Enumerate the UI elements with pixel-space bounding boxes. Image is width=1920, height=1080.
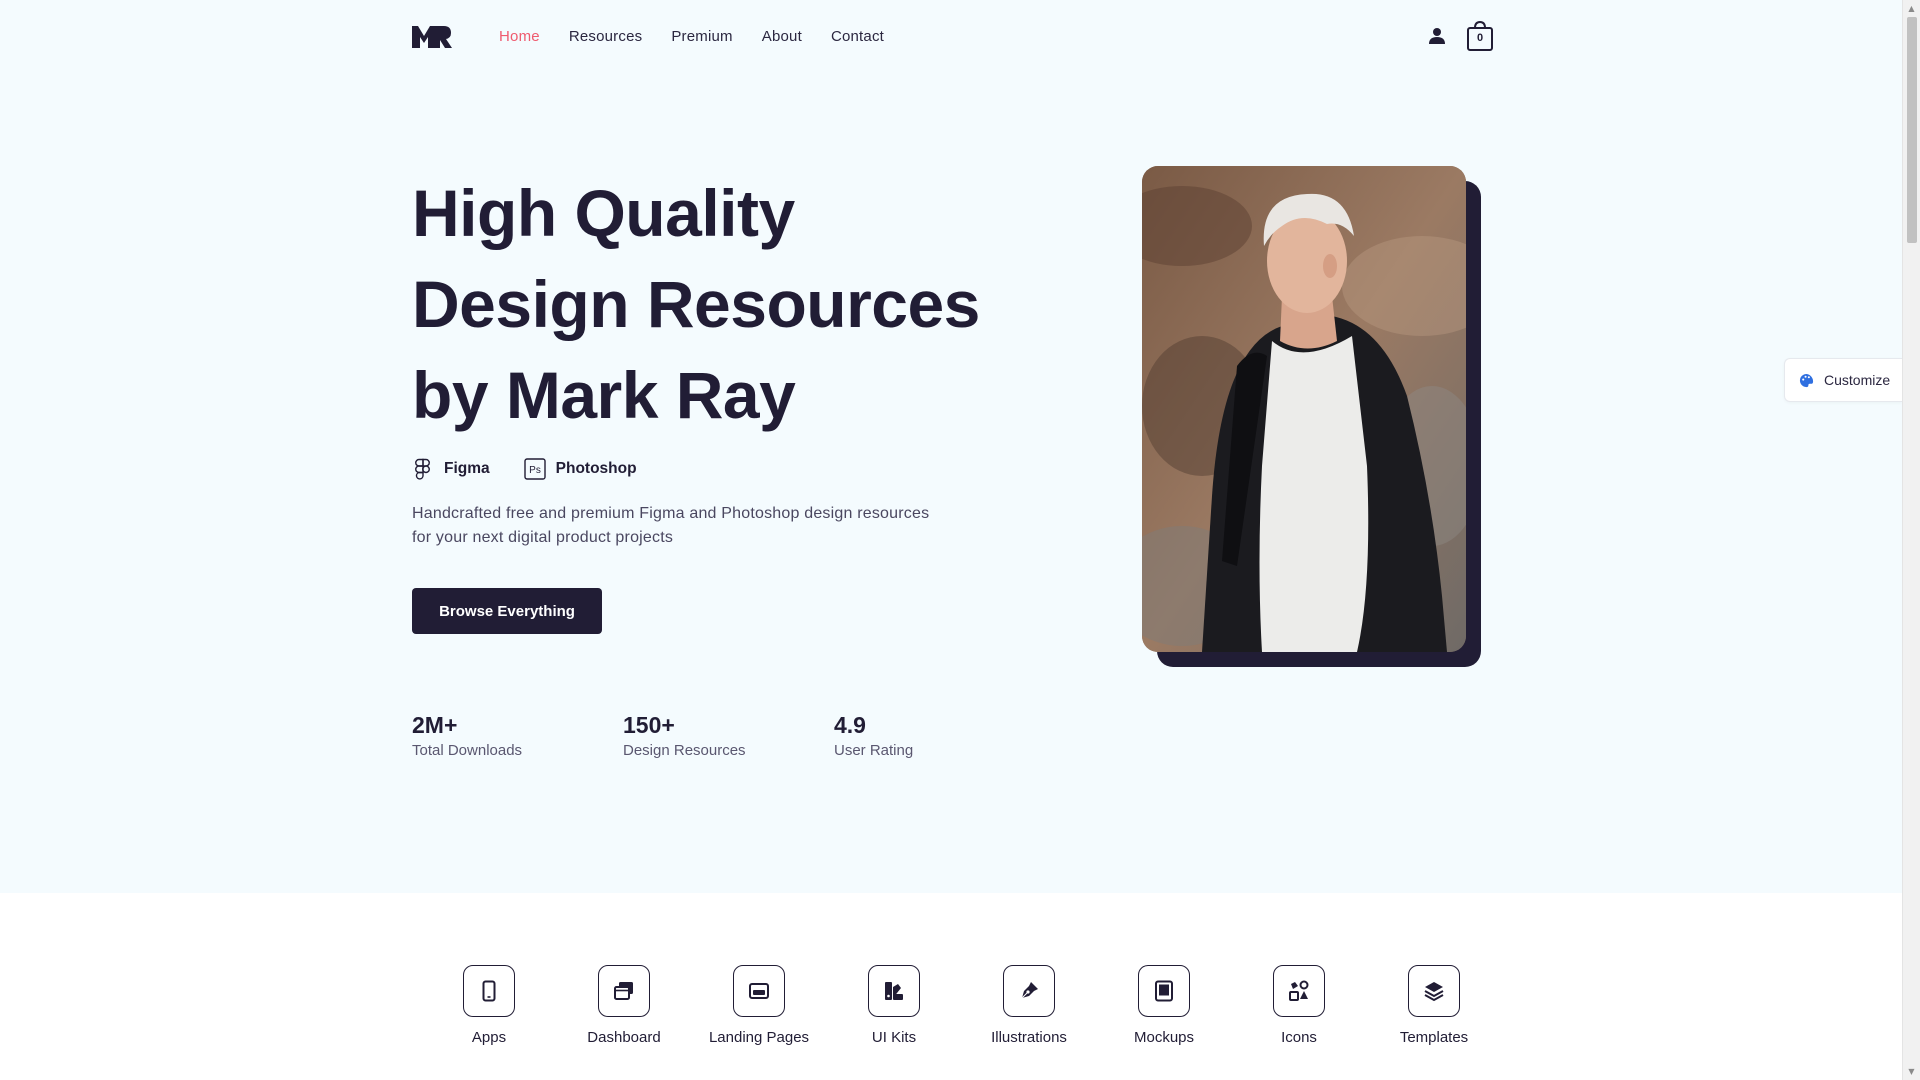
scroll-down-arrow-icon[interactable]: ▼ bbox=[1903, 1063, 1920, 1080]
stat-label: User Rating bbox=[834, 742, 914, 759]
hero-portrait-image bbox=[1142, 166, 1466, 652]
pen-nib-icon bbox=[1020, 982, 1038, 1000]
category-label: Landing Pages bbox=[708, 1029, 810, 1046]
category-illustrations[interactable]: Illustrations bbox=[964, 965, 1094, 1046]
category-icon-box bbox=[1408, 965, 1460, 1017]
stat-item: 150+ Design Resources bbox=[623, 712, 834, 759]
windows-icon bbox=[614, 982, 633, 1000]
tool-label: Figma bbox=[444, 460, 490, 477]
figma-icon bbox=[415, 458, 430, 480]
hero-title-line: Design Resources bbox=[412, 267, 980, 341]
hero-title: High Quality Design Resources by Mark Ra… bbox=[412, 168, 1032, 441]
stat-item: 4.9 User Rating bbox=[834, 712, 1045, 759]
hero-title-line: High Quality bbox=[412, 176, 795, 250]
tool-photoshop: Ps Photoshop bbox=[523, 458, 637, 480]
tablet-icon bbox=[1155, 980, 1173, 1002]
hero-title-line: by Mark Ray bbox=[412, 358, 796, 432]
tool-label: Photoshop bbox=[555, 460, 637, 477]
category-ui-kits[interactable]: UI Kits bbox=[829, 965, 959, 1046]
phone-icon bbox=[482, 980, 496, 1002]
category-icon-box bbox=[463, 965, 515, 1017]
layers-icon bbox=[1424, 982, 1444, 1002]
stats-list: 2M+ Total Downloads 150+ Design Resource… bbox=[412, 712, 1045, 759]
nav-about[interactable]: About bbox=[762, 28, 802, 45]
category-mockups[interactable]: Mockups bbox=[1099, 965, 1229, 1046]
nav-home[interactable]: Home bbox=[499, 28, 540, 45]
category-label: Icons bbox=[1281, 1029, 1317, 1046]
stat-item: 2M+ Total Downloads bbox=[412, 712, 623, 759]
category-label: Apps bbox=[471, 1029, 507, 1046]
category-apps[interactable]: Apps bbox=[424, 965, 554, 1046]
hero-section bbox=[0, 0, 1902, 893]
cart-button[interactable]: 0 bbox=[1466, 20, 1494, 52]
swatches-icon bbox=[885, 982, 903, 1000]
portrait-illustration bbox=[1142, 166, 1466, 652]
category-icon-box bbox=[733, 965, 785, 1017]
card-icon bbox=[749, 983, 769, 999]
category-label: Mockups bbox=[1133, 1029, 1195, 1046]
page-scrollbar[interactable]: ▲ ▼ bbox=[1902, 0, 1920, 1080]
header-actions: 0 bbox=[1428, 20, 1494, 52]
shapes-icon bbox=[1289, 980, 1309, 1001]
category-label: Dashboard bbox=[587, 1029, 661, 1046]
scrollbar-thumb[interactable] bbox=[1907, 17, 1917, 243]
stat-value: 2M+ bbox=[412, 712, 458, 738]
category-list: Apps Dashboard Landing Pages UI Kits Ill… bbox=[412, 965, 1494, 1055]
browse-everything-button[interactable]: Browse Everything bbox=[412, 588, 602, 634]
category-label: Illustrations bbox=[991, 1029, 1067, 1046]
site-header: Home Resources Premium About Contact 0 bbox=[412, 20, 1494, 52]
category-templates[interactable]: Templates bbox=[1369, 965, 1499, 1046]
hero-description: Handcrafted free and premium Figma and P… bbox=[412, 505, 930, 546]
cart-count: 0 bbox=[1476, 32, 1484, 44]
tool-figma: Figma bbox=[412, 458, 490, 480]
category-icon-box bbox=[598, 965, 650, 1017]
category-dashboard[interactable]: Dashboard bbox=[559, 965, 689, 1046]
user-icon[interactable] bbox=[1428, 27, 1446, 45]
category-icon-box bbox=[868, 965, 920, 1017]
category-icon-box bbox=[1273, 965, 1325, 1017]
category-icon-box bbox=[1003, 965, 1055, 1017]
category-icons[interactable]: Icons bbox=[1234, 965, 1364, 1046]
category-landing-pages[interactable]: Landing Pages bbox=[694, 965, 824, 1046]
main-nav: Home Resources Premium About Contact bbox=[499, 28, 913, 45]
category-label: Templates bbox=[1399, 1029, 1469, 1046]
stat-label: Total Downloads bbox=[412, 742, 523, 759]
nav-contact[interactable]: Contact bbox=[831, 28, 884, 45]
category-label: UI Kits bbox=[871, 1029, 917, 1046]
nav-premium[interactable]: Premium bbox=[671, 28, 732, 45]
category-icon-box bbox=[1138, 965, 1190, 1017]
palette-icon bbox=[1799, 373, 1814, 387]
tools-list: Figma Ps Photoshop bbox=[412, 458, 671, 480]
stat-value: 150+ bbox=[623, 712, 675, 738]
nav-resources[interactable]: Resources bbox=[569, 28, 643, 45]
stat-label: Design Resources bbox=[623, 742, 746, 759]
photoshop-icon: Ps bbox=[523, 458, 546, 480]
svg-text:Ps: Ps bbox=[529, 465, 541, 476]
customize-label: Customize bbox=[1824, 372, 1891, 388]
stat-value: 4.9 bbox=[834, 712, 866, 738]
scroll-up-arrow-icon[interactable]: ▲ bbox=[1903, 0, 1920, 17]
mr-logo[interactable] bbox=[412, 24, 452, 48]
customize-button[interactable]: Customize bbox=[1784, 358, 1902, 402]
